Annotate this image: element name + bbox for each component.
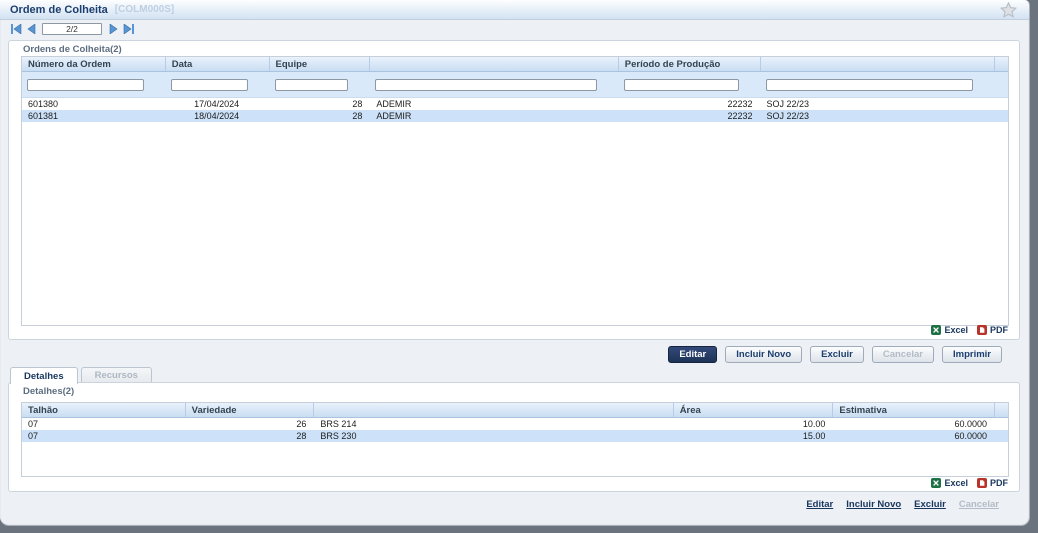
filter-periodo-de-producao-input[interactable] [623,79,739,91]
filter-blank-1-input[interactable] [375,79,597,91]
order-row-selected[interactable]: 601381 18/04/2024 28 ADEMIR 22232 SOJ 22… [22,110,1008,122]
column-header-blank-2 [761,57,996,71]
last-page-button[interactable] [122,23,135,35]
app-window: Ordem de Colheita [COLM000S] Ordens de C… [0,0,1030,526]
column-header-periodo-de-producao[interactable]: Período de Produção [619,57,761,71]
incluir-novo-link[interactable]: Incluir Novo [846,499,901,510]
detail-variedade-name-cell: BRS 214 [320,419,357,429]
column-header-estimativa[interactable]: Estimativa [833,403,996,417]
orders-export-links: Excel PDF [931,325,1008,335]
order-date-cell: 17/04/2024 [194,99,240,109]
order-period-code-cell: 22232 [727,99,753,109]
detail-estimativa-cell: 60.0000 [954,419,988,429]
pagination-toolbar [0,21,1029,37]
column-header-spacer [995,57,1008,71]
order-period-code-cell: 22232 [727,111,753,121]
first-page-button[interactable] [9,23,22,35]
details-panel: Detalhes(2) Talhão Variedade Área Estima… [8,382,1020,492]
detail-row[interactable]: 07 26 BRS 214 10.00 60.0000 [22,418,1008,430]
incluir-novo-button[interactable]: Incluir Novo [725,346,803,363]
column-header-talhao[interactable]: Talhão [22,403,186,417]
column-header-data[interactable]: Data [166,57,270,71]
screen-code: [COLM000S] [114,4,175,15]
next-page-button[interactable] [107,23,120,35]
tab-recursos[interactable]: Recursos [80,367,152,382]
favorite-star-icon[interactable] [1000,1,1017,18]
orders-grid: Número da Ordem Data Equipe Período de P… [21,56,1009,326]
details-grid: Talhão Variedade Área Estimativa 07 26 B… [21,402,1009,477]
column-header-variedade[interactable]: Variedade [186,403,315,417]
filter-numero-da-ordem-input[interactable] [27,79,144,91]
detail-talhao-cell: 07 [28,431,39,441]
order-number-cell: 601380 [28,99,59,109]
pdf-icon [977,478,987,488]
details-panel-legend: Detalhes(2) [23,386,75,397]
order-team-name-cell: ADEMIR [376,99,412,109]
page-title: Ordem de Colheita [10,3,108,16]
filter-equipe-input[interactable] [274,79,349,91]
detail-action-links: Editar Incluir Novo Excluir Cancelar [806,499,999,510]
orders-panel-legend: Ordens de Colheita(2) [23,44,122,55]
details-excel-export-link[interactable]: Excel [931,478,968,488]
filter-blank-2-input[interactable] [765,79,974,91]
previous-page-button[interactable] [24,23,37,35]
detail-variedade-name-cell: BRS 230 [320,431,357,441]
editar-link[interactable]: Editar [806,499,833,510]
detail-variedade-code-cell: 28 [296,431,307,441]
order-period-name-cell: SOJ 22/23 [766,111,810,121]
order-row[interactable]: 601380 17/04/2024 28 ADEMIR 22232 SOJ 22… [22,98,1008,110]
order-number-cell: 601381 [28,111,59,121]
order-team-code-cell: 28 [352,99,363,109]
detail-area-cell: 15.00 [802,431,826,441]
details-export-links: Excel PDF [931,478,1008,488]
detail-variedade-code-cell: 26 [296,419,307,429]
detail-tabs: Detalhes Recursos [10,367,152,384]
details-grid-header: Talhão Variedade Área Estimativa [22,403,1008,418]
details-pdf-export-link[interactable]: PDF [977,478,1008,488]
column-header-numero-da-ordem[interactable]: Número da Ordem [22,57,166,71]
cancelar-button[interactable]: Cancelar [871,346,934,363]
detail-row-selected[interactable]: 07 28 BRS 230 15.00 60.0000 [22,430,1008,442]
imprimir-button[interactable]: Imprimir [941,346,1002,363]
column-header-blank [314,403,674,417]
detail-estimativa-cell: 60.0000 [954,431,988,441]
orders-grid-header: Número da Ordem Data Equipe Período de P… [22,57,1008,72]
order-team-name-cell: ADEMIR [376,111,412,121]
column-header-equipe[interactable]: Equipe [270,57,371,71]
tab-detalhes[interactable]: Detalhes [10,367,78,384]
column-header-area[interactable]: Área [674,403,834,417]
cancelar-link[interactable]: Cancelar [959,499,999,510]
orders-pdf-export-link[interactable]: PDF [977,325,1008,335]
order-date-cell: 18/04/2024 [194,111,240,121]
pdf-icon [977,325,987,335]
column-header-blank-1 [370,57,619,71]
excluir-button[interactable]: Excluir [810,346,864,363]
excel-icon [931,478,942,488]
excluir-link[interactable]: Excluir [914,499,946,510]
editar-button[interactable]: Editar [668,346,718,363]
page-number-input[interactable] [42,23,102,35]
orders-filter-row [22,72,1008,98]
orders-excel-export-link[interactable]: Excel [931,325,968,335]
column-header-spacer [995,403,1008,417]
excel-icon [931,325,942,335]
title-bar: Ordem de Colheita [COLM000S] [0,0,1029,20]
detail-area-cell: 10.00 [802,419,826,429]
detail-talhao-cell: 07 [28,419,39,429]
orders-panel: Ordens de Colheita(2) Número da Ordem Da… [8,40,1020,340]
order-team-code-cell: 28 [352,111,363,121]
order-actions: Editar Incluir Novo Excluir Cancelar Imp… [668,346,1002,363]
order-period-name-cell: SOJ 22/23 [766,99,810,109]
filter-data-input[interactable] [170,79,248,91]
